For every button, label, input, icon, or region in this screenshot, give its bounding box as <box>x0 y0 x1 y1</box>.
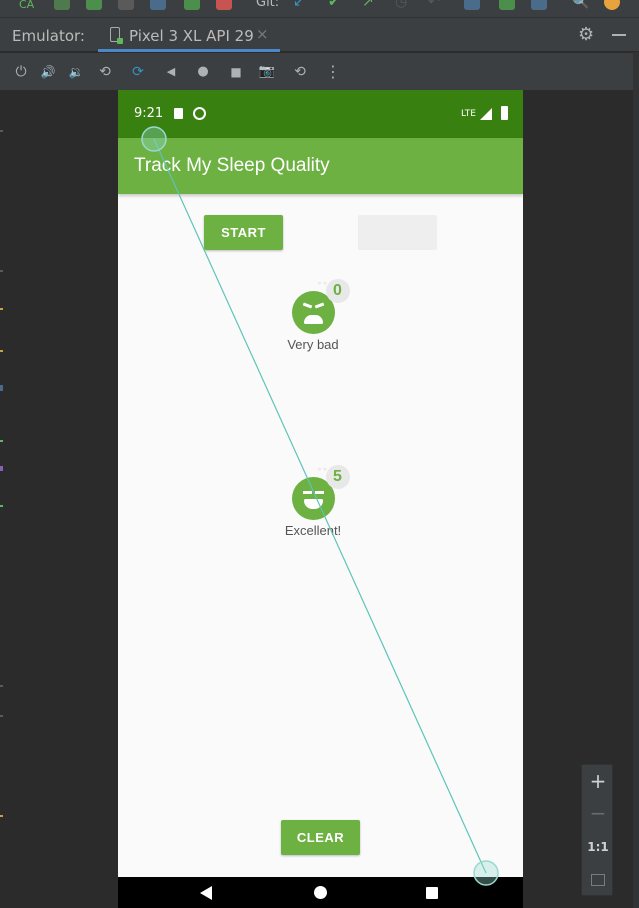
navigation-bar <box>118 877 523 908</box>
nav-back-icon[interactable] <box>200 886 212 900</box>
tab-active-indicator <box>98 49 280 52</box>
git-update-icon[interactable]: ↙ <box>293 0 305 10</box>
gutter-mark <box>0 466 3 471</box>
device-file-explorer-icon[interactable] <box>531 0 547 10</box>
face-eye <box>302 491 312 494</box>
gutter-mark <box>0 685 3 687</box>
fit-screen-icon <box>591 873 605 886</box>
sleep-night-item[interactable]: ∘∘ 0 Very bad <box>253 279 373 352</box>
snapshot-icon[interactable]: ⟲ <box>290 62 310 82</box>
hide-icon[interactable] <box>612 34 626 36</box>
git-push-icon[interactable]: ↗ <box>362 0 374 10</box>
device-tab[interactable]: Pixel 3 XL API 29 × <box>98 18 280 52</box>
zoom-actual-size-button[interactable]: 1:1 <box>582 831 614 863</box>
gutter-mark <box>0 385 3 391</box>
sleep-night-item[interactable]: ∘∘ 5 Excellent! <box>253 465 373 538</box>
face-eye <box>314 302 324 309</box>
face-mouth <box>303 499 323 509</box>
face-mouth <box>303 315 323 324</box>
left-gutter <box>0 90 4 908</box>
zoom-in-button[interactable]: + <box>582 765 614 797</box>
profile-icon[interactable] <box>118 0 134 10</box>
zoom-fit-button[interactable] <box>582 863 614 895</box>
sdk-manager-icon[interactable] <box>499 0 515 10</box>
zoom-controls: + − 1:1 <box>581 764 613 896</box>
avd-manager-icon[interactable] <box>464 0 480 10</box>
update-notification-icon[interactable] <box>604 0 620 10</box>
start-button[interactable]: START <box>204 215 283 250</box>
rotate-left-icon[interactable]: ⟲ <box>95 62 115 82</box>
status-time: 9:21 <box>134 106 164 121</box>
gutter-mark <box>0 505 3 507</box>
power-icon[interactable]: ⏻ <box>11 62 31 82</box>
device-tab-label: Pixel 3 XL API 29 <box>129 27 254 45</box>
git-label: Git: <box>256 0 280 10</box>
gear-icon[interactable]: ⚙ <box>578 24 594 45</box>
sleep-quality-excellent-icon: ∘∘ 5 <box>291 465 350 520</box>
sync-icon[interactable] <box>54 0 70 10</box>
app-title: Track My Sleep Quality <box>134 155 330 176</box>
attach-debugger-icon[interactable] <box>150 0 166 10</box>
gutter-mark <box>0 440 3 442</box>
face-eye <box>314 491 324 494</box>
battery-icon <box>501 106 508 120</box>
debug-icon[interactable] <box>86 0 102 10</box>
sync-status-icon <box>193 107 206 120</box>
gutter-mark <box>0 130 3 132</box>
more-icon[interactable]: ⋮ <box>323 62 343 82</box>
search-icon[interactable]: 🔍 <box>572 0 589 10</box>
sleep-rating: 5 <box>325 465 350 489</box>
close-icon[interactable]: × <box>256 25 269 43</box>
git-history-icon[interactable]: ◷ <box>395 0 407 10</box>
rotate-right-icon[interactable]: ⟳ <box>128 62 148 82</box>
volume-down-icon[interactable]: 🔉 <box>66 62 86 82</box>
phone-screen[interactable]: 9:21 LTE Track My Sleep Quality START ST… <box>118 90 523 908</box>
emulator-label: Emulator: <box>12 27 85 45</box>
device-icon <box>110 27 123 44</box>
screenshot-icon[interactable]: 📷 <box>257 62 277 82</box>
back-icon[interactable]: ◀ <box>161 62 181 82</box>
face-eye <box>302 302 312 309</box>
sleep-quality-label: Excellent! <box>284 523 342 538</box>
git-rollback-icon[interactable]: ↶ <box>428 0 440 10</box>
sleep-quality-very-bad-icon: ∘∘ 0 <box>291 279 350 334</box>
gutter-mark <box>0 815 3 817</box>
clear-button[interactable]: CLEAR <box>281 820 360 855</box>
zoom-out-button[interactable]: − <box>582 797 614 829</box>
apply-changes-icon[interactable] <box>184 0 200 10</box>
code-analysis-icon[interactable]: CA <box>18 0 34 11</box>
stop-button[interactable]: STOP <box>358 215 437 250</box>
gutter-mark <box>0 308 3 310</box>
status-bar: 9:21 LTE <box>118 90 523 138</box>
signal-icon <box>480 108 492 120</box>
sleep-quality-label: Very bad <box>287 337 339 352</box>
stop-icon[interactable] <box>216 0 232 10</box>
git-commit-icon[interactable]: ✔ <box>328 0 340 10</box>
right-edge-strip <box>633 52 639 908</box>
app-bar: Track My Sleep Quality <box>118 138 523 194</box>
nav-recents-icon[interactable] <box>426 887 438 899</box>
nav-home-icon[interactable] <box>314 886 327 899</box>
gutter-mark <box>0 715 3 717</box>
sd-card-icon <box>174 108 183 119</box>
emulator-controls: ⏻ 🔊 🔉 ⟲ ⟳ ◀ ● ■ 📷 ⟲ ⋮ <box>0 53 639 90</box>
ide-main-toolbar: CA Git: ↙ ✔ ↗ ◷ ↶ 🔍 <box>0 0 639 18</box>
sleep-rating: 0 <box>325 279 350 303</box>
home-icon[interactable]: ● <box>193 62 213 82</box>
gutter-mark <box>0 350 3 352</box>
network-type: LTE <box>461 109 476 119</box>
emulator-tab-bar: Emulator: Pixel 3 XL API 29 × ⚙ <box>0 18 639 52</box>
gutter-mark <box>0 270 3 272</box>
overview-icon[interactable]: ■ <box>226 62 246 82</box>
volume-up-icon[interactable]: 🔊 <box>38 62 58 82</box>
